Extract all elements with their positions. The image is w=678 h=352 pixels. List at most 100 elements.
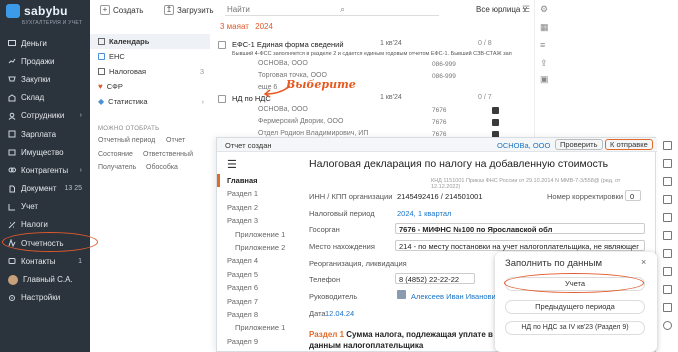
list-item-count: 0 / 8	[478, 40, 492, 47]
nav-section-6[interactable]: Раздел 6	[217, 281, 297, 294]
sidebar-item-money[interactable]: Деньги	[0, 34, 90, 52]
sidebar-item-contacts[interactable]: Контакты 1	[0, 252, 90, 270]
nav-section-1[interactable]: Раздел 1	[217, 187, 297, 200]
nav-section-7[interactable]: Раздел 7	[217, 295, 297, 308]
filter-icon[interactable]: ☰	[522, 4, 530, 15]
upload-button[interactable]: ↥ Загрузить	[164, 3, 214, 17]
submenu-item-label: СФР	[106, 82, 123, 91]
app-logo[interactable]: sabybu	[6, 4, 68, 18]
filter-period[interactable]: Отчетный период	[98, 137, 155, 144]
nav-appendix-1[interactable]: Приложение 1	[217, 228, 297, 241]
chevron-right-icon: ›	[201, 97, 205, 106]
report-org-link[interactable]: ОСНОВа, ООО	[497, 141, 550, 150]
print-icon[interactable]	[663, 249, 672, 258]
report-header: Отчет создан ОСНОВа, ООО Проверить К отп…	[217, 138, 657, 152]
submenu-item-sfr[interactable]: ♥ СФР	[90, 79, 210, 94]
sidebar-item-accounting[interactable]: Учет	[0, 198, 90, 216]
sidebar-item-property[interactable]: Имущество	[0, 143, 90, 161]
gosorgan-label: Госорган	[309, 225, 340, 234]
sidebar-item-label: Контрагенты	[21, 165, 69, 175]
nav-section-5[interactable]: Раздел 5	[217, 268, 297, 281]
period-value[interactable]: 2024, 1 квартал	[397, 209, 451, 218]
nav-section-4[interactable]: Раздел 4	[217, 254, 297, 267]
create-label: Создать	[113, 5, 144, 15]
filter-subdivision[interactable]: Обособка	[146, 164, 178, 171]
list-subitem-org[interactable]: ОСНОВа, ООО	[258, 106, 308, 113]
employees-icon	[8, 112, 16, 120]
nav-section-3[interactable]: Раздел 3	[217, 214, 297, 227]
report-section-nav: Главная Раздел 1 Раздел 2 Раздел 3 Прило…	[217, 174, 297, 348]
nav-main[interactable]: Главная	[217, 174, 297, 188]
submenu-item-calendar[interactable]: Календарь	[90, 34, 210, 49]
sidebar-item-label: Контакты	[21, 256, 56, 266]
create-button[interactable]: + Создать	[100, 3, 143, 17]
document-icon	[218, 41, 226, 49]
submenu-item-statistics[interactable]: ◆ Статистика ›	[90, 94, 210, 109]
save-icon[interactable]: ▣	[540, 74, 549, 85]
save-icon[interactable]	[663, 195, 672, 204]
list-subitem-org[interactable]: Фермерский Дворик, ООО	[258, 118, 343, 125]
report-tool-column	[658, 137, 678, 352]
sidebar-item-sales[interactable]: Продажи	[0, 52, 90, 70]
date-row: 3 маяат 2024	[220, 22, 273, 31]
edit-icon[interactable]	[663, 159, 672, 168]
org-select[interactable]: Все юрлица ˅	[476, 5, 527, 14]
sidebar-item-counterparties[interactable]: Контрагенты ›	[0, 161, 90, 179]
attach-icon[interactable]	[663, 213, 672, 222]
nav-appendix-1-s8[interactable]: Приложение 1	[217, 321, 297, 334]
date-unit: ат	[240, 22, 249, 31]
list-item-description: Бывший 4-ФСС заполняется в разделе 2 и с…	[232, 51, 512, 57]
gear-icon[interactable]: ⚙	[540, 4, 548, 15]
fill-from-previous-period-button[interactable]: Предыдущего периода	[505, 300, 645, 314]
info-icon[interactable]	[663, 303, 672, 312]
filter-responsible[interactable]: Ответственный	[143, 151, 193, 158]
nav-appendix-2[interactable]: Приложение 2	[217, 241, 297, 254]
grid-icon[interactable]: ▦	[540, 22, 549, 33]
list-item-title: ЕФС-1 Единая форма сведений	[232, 40, 344, 49]
check-button[interactable]: Проверить	[555, 139, 603, 150]
filter-recipient[interactable]: Получатель	[98, 164, 136, 171]
list-subitem-org[interactable]: ОСНОВа, ООО	[258, 60, 308, 67]
list-subitem-org[interactable]: Отдел Родион Владимирович, ИП	[258, 130, 368, 137]
nav-section-9[interactable]: Раздел 9	[217, 335, 297, 348]
sidebar-item-profile[interactable]: Главный С.А.	[0, 270, 90, 288]
warehouse-icon	[8, 94, 16, 102]
nav-section-2[interactable]: Раздел 2	[217, 201, 297, 214]
submenu-item-ens[interactable]: ЕНС	[90, 49, 210, 64]
report-status: Отчет создан	[225, 141, 272, 150]
highlight-oval	[2, 232, 98, 252]
sidebar-item-employees[interactable]: Сотрудники ›	[0, 107, 90, 125]
sidebar-item-documents[interactable]: Документ 13 25	[0, 180, 90, 198]
stamp-icon[interactable]	[663, 267, 672, 276]
head-value[interactable]: Алексеев Иван Иванович	[411, 292, 500, 301]
close-icon[interactable]: ×	[641, 257, 646, 267]
send-button[interactable]: К отправке	[605, 139, 653, 150]
delete-icon[interactable]	[663, 231, 672, 240]
stack-icon[interactable]: ≡	[540, 40, 545, 50]
status-icon	[492, 119, 499, 126]
date-value[interactable]: 12.04.24	[325, 309, 354, 318]
panel-icon[interactable]	[663, 141, 672, 150]
submenu-item-tax[interactable]: Налоговая 3	[90, 64, 210, 79]
filter-report[interactable]: Отчет	[166, 137, 185, 144]
fill-from-vat-return-button[interactable]: НД по НДС за IV кв'23 (Раздел 9)	[505, 321, 645, 335]
sidebar-item-purchases[interactable]: Закупки	[0, 70, 90, 88]
filter-state[interactable]: Состояние	[98, 151, 133, 158]
nav-section-8[interactable]: Раздел 8	[217, 308, 297, 321]
search-icon[interactable]: ⌕	[340, 4, 345, 15]
copy-icon[interactable]	[663, 177, 672, 186]
sidebar-item-warehouse[interactable]: Склад	[0, 89, 90, 107]
sidebar-item-settings[interactable]: Настройки	[0, 289, 90, 307]
table-icon[interactable]	[663, 285, 672, 294]
statistics-icon: ◆	[98, 97, 105, 106]
settings-icon	[8, 294, 16, 302]
menu-icon[interactable]: ☰	[227, 158, 237, 171]
chat-icon[interactable]	[663, 321, 672, 330]
reorg-toggle[interactable]: Реорганизация, ликвидация	[309, 259, 407, 268]
annotation-arrow-icon	[263, 85, 291, 98]
sales-icon	[8, 57, 16, 65]
year-label[interactable]: 2024	[255, 22, 273, 31]
search-input[interactable]	[225, 3, 439, 16]
upload-icon[interactable]: ⇪	[540, 58, 548, 69]
sidebar-item-salary[interactable]: Зарплата	[0, 125, 90, 143]
